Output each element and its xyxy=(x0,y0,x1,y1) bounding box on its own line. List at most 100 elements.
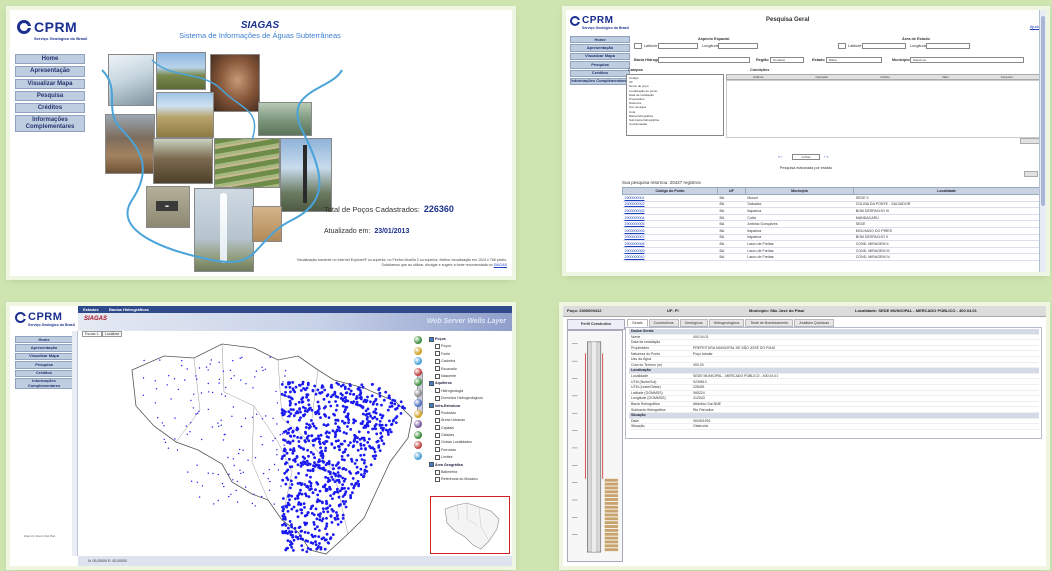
row-codigo-link[interactable]: 2900000003 xyxy=(622,207,718,215)
row-codigo-link[interactable]: 2900000008 xyxy=(622,240,718,248)
col-uf[interactable]: UF xyxy=(716,187,746,195)
zoom-in-icon[interactable] xyxy=(414,336,422,344)
basin-select[interactable] xyxy=(658,57,750,63)
export-button[interactable] xyxy=(1024,171,1038,177)
cprm-logo[interactable]: CPRM Serviço Geológico do Brasil xyxy=(570,16,629,30)
layer-checkbox[interactable] xyxy=(435,351,440,357)
pager-next[interactable]: › » xyxy=(824,155,828,159)
zoom-controls[interactable]: Zoom In Zoom Out Pan xyxy=(24,534,55,538)
menu-item-apresentacao[interactable]: Apresentação xyxy=(15,344,73,352)
layer-group[interactable]: Aquíferos xyxy=(429,380,511,387)
full-extent-icon[interactable] xyxy=(414,378,422,386)
layer-item[interactable]: Ferrovias xyxy=(429,447,511,454)
layer-checkbox[interactable] xyxy=(435,432,440,438)
layer-item[interactable]: Domínios Hidrogeológicos xyxy=(429,395,511,402)
region-select[interactable]: Nordeste xyxy=(770,57,804,63)
help-icon[interactable] xyxy=(414,451,422,460)
info-icon[interactable] xyxy=(414,367,422,376)
layer-item[interactable]: Áreas Urbanas xyxy=(429,417,511,424)
table-row[interactable]: 2900000007 BA Itaparica BOM DESPACHO II xyxy=(622,234,1040,242)
menu-item-home[interactable]: Home xyxy=(570,36,630,44)
row-codigo-link[interactable]: 2900000005 xyxy=(622,220,718,228)
menu-item-pesquisa[interactable]: Pesquisa xyxy=(570,61,630,69)
layer-item[interactable]: Hidrogeologia xyxy=(429,388,511,395)
row-codigo-link[interactable]: 2900000004 xyxy=(622,214,718,222)
layer-item[interactable]: Cidades xyxy=(429,432,511,439)
search-button[interactable] xyxy=(1020,138,1040,144)
zoom-out-icon[interactable] xyxy=(414,346,422,355)
layer-group[interactable]: Área Geográfica xyxy=(429,462,511,469)
print-icon[interactable] xyxy=(414,420,422,428)
col-localidade[interactable]: Localidade xyxy=(853,187,1040,195)
table-row[interactable]: 2900000002 BA Salvador COLINA DA PONTE - SA… xyxy=(622,201,1040,209)
table-row[interactable]: 2900000006 BA Itaparica MOLHADO DO PIRES xyxy=(622,227,1040,235)
menu-item-apresentacao[interactable]: Apresentação xyxy=(570,44,630,52)
layer-checkbox[interactable] xyxy=(435,366,440,372)
menu-item-apresentacao[interactable]: Apresentação xyxy=(15,66,85,77)
legend-icon[interactable] xyxy=(414,430,422,439)
menu-item-creditos[interactable]: Créditos xyxy=(570,69,630,77)
layer-item[interactable]: Outras Localidades xyxy=(429,439,511,446)
layer-checkbox[interactable] xyxy=(435,447,440,453)
layer-item[interactable]: Poços xyxy=(429,343,511,350)
menu-item-home[interactable]: Home xyxy=(15,336,73,344)
layer-item[interactable]: Batimetria xyxy=(429,469,511,476)
buffer-icon[interactable] xyxy=(414,409,422,418)
footnote-siagas-link[interactable]: SIAGAS xyxy=(494,263,507,267)
results-per-page-select[interactable]: Linhas xyxy=(792,154,820,160)
measure-icon[interactable] xyxy=(414,388,422,397)
lat-checkbox[interactable] xyxy=(634,43,642,49)
row-codigo-link[interactable]: 2900000010 xyxy=(622,253,718,261)
menu-item-pesquisa[interactable]: Pesquisa xyxy=(15,90,85,102)
cprm-logo[interactable]: CPRM Serviço Geológico do Brasil xyxy=(17,20,87,41)
layer-group[interactable]: Infra-Estrutura xyxy=(429,403,511,410)
menu-item-visualizar-mapa[interactable]: Visualizar Mapa xyxy=(15,352,73,361)
conditions-area[interactable] xyxy=(726,80,1040,138)
city-select[interactable]: Selecione xyxy=(910,57,1024,63)
clear-icon[interactable] xyxy=(414,441,422,449)
layer-checkbox[interactable] xyxy=(435,373,440,379)
row-codigo-link[interactable]: 2900000006 xyxy=(622,227,718,235)
layer-checkbox[interactable] xyxy=(435,454,440,460)
layer-checkbox[interactable] xyxy=(435,343,440,349)
tab-geologicos[interactable]: Geológicos xyxy=(679,319,708,327)
menu-item-visualizar-mapa[interactable]: Visualizar Mapa xyxy=(15,78,85,89)
layer-item[interactable]: Capitais xyxy=(429,425,511,432)
layer-checkbox[interactable] xyxy=(429,336,434,342)
row-codigo-link[interactable]: 2900000001 xyxy=(622,194,718,202)
layer-checkbox[interactable] xyxy=(435,417,440,423)
field-item[interactable]: Coordenadas xyxy=(629,122,721,126)
tab-bacias[interactable]: Bacias Hidrográficas xyxy=(106,306,152,313)
area-lon-inputs[interactable] xyxy=(926,43,970,49)
layer-item[interactable]: Referência do Mosaico xyxy=(429,476,511,483)
layer-checkbox[interactable] xyxy=(435,388,440,394)
menu-item-creditos[interactable]: Créditos xyxy=(15,369,73,377)
tab-construtivos[interactable]: Construtivos xyxy=(648,319,679,327)
layer-checkbox[interactable] xyxy=(435,469,440,475)
table-row[interactable]: 2900000004 BA Cotia MANDACARU xyxy=(622,214,1040,222)
row-codigo-link[interactable]: 2900000009 xyxy=(622,247,718,255)
table-row[interactable]: 2900000008 BA Lauro de Freitas COND. MIRAGE… xyxy=(622,240,1040,248)
row-codigo-link[interactable]: 2900000002 xyxy=(622,201,718,209)
layer-checkbox[interactable] xyxy=(429,462,434,468)
layer-item[interactable]: Rodovias xyxy=(429,410,511,417)
layer-item[interactable]: Limites xyxy=(429,454,511,461)
layer-checkbox[interactable] xyxy=(435,358,440,364)
table-row[interactable]: 2900000010 BA Lauro de Freitas COND. MIRAGE… xyxy=(622,253,1040,261)
scrollbar-thumb[interactable] xyxy=(1041,16,1045,206)
layer-checkbox[interactable] xyxy=(429,380,434,386)
select-icon[interactable] xyxy=(414,399,422,407)
pager-prev[interactable]: « ‹ xyxy=(778,155,782,159)
table-row[interactable]: 2900000005 BA Antônio Gonçalves SEDE xyxy=(622,220,1040,228)
menu-item-home[interactable]: Home xyxy=(15,54,85,65)
menu-item-informacoes[interactable]: Informações Complementares xyxy=(570,77,630,86)
page-scrollbar[interactable] xyxy=(1039,10,1046,272)
menu-item-informacoes[interactable]: Informações Complementares xyxy=(15,115,85,133)
lon-inputs[interactable] xyxy=(718,43,758,49)
layer-checkbox[interactable] xyxy=(429,403,434,409)
tab-estados[interactable]: Estados xyxy=(80,306,102,313)
menu-item-pesquisa[interactable]: Pesquisa xyxy=(15,361,73,369)
tab-hidrogeologicos[interactable]: Hidrogeológicos xyxy=(708,319,745,327)
col-codigo[interactable]: Código do Ponto xyxy=(622,187,718,195)
overview-minimap[interactable] xyxy=(430,496,510,554)
